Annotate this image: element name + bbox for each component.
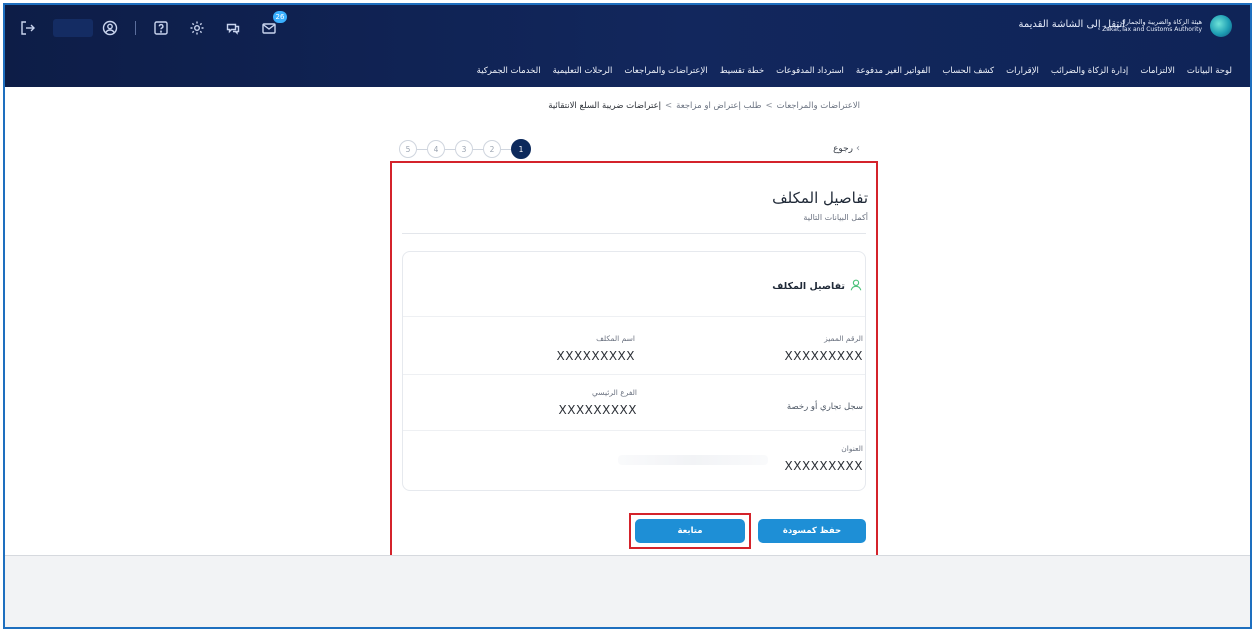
field-address: العنوان XXXXXXXXX bbox=[784, 444, 864, 473]
brand-text: هيئة الزكاة والضريبة والجمارك Zakat,Tax … bbox=[1102, 18, 1202, 33]
step-4: 4 bbox=[427, 140, 445, 158]
step-1: 1 bbox=[511, 139, 531, 159]
field-distinguished-number: الرقم المميز XXXXXXXXX bbox=[784, 334, 864, 363]
footer-area bbox=[5, 555, 1250, 627]
taxpayer-details-panel: تفاصيل المكلف أكمل البيانات التالية تفاص… bbox=[390, 161, 878, 558]
redacted-area bbox=[618, 455, 768, 465]
blank-chip bbox=[53, 19, 93, 37]
row-divider bbox=[403, 316, 865, 317]
page-subtitle: أكمل البيانات التالية bbox=[803, 213, 868, 222]
top-bar: 26 انتقل إلى الشاشة القديمة هيئة الزكاة … bbox=[5, 5, 1250, 50]
continue-button[interactable]: متابعة bbox=[635, 519, 745, 543]
nav-item-educational-trips[interactable]: الرحلات التعليمية bbox=[553, 66, 613, 76]
nav-item-obligations[interactable]: الالتزامات bbox=[1140, 66, 1175, 76]
authority-logo bbox=[1210, 15, 1232, 37]
nav-item-installment-plan[interactable]: خطة تقسيط bbox=[720, 66, 764, 76]
nav-item-zakat-tax-management[interactable]: إدارة الزكاة والضرائب bbox=[1051, 66, 1128, 76]
settings-icon[interactable] bbox=[186, 17, 208, 39]
help-icon[interactable] bbox=[150, 17, 172, 39]
back-label: رجوع bbox=[833, 143, 853, 154]
step-connector bbox=[501, 148, 511, 150]
taxpayer-details-card: تفاصيل المكلف الرقم المميز XXXXXXXXX اسم… bbox=[402, 251, 866, 491]
card-heading: تفاصيل المكلف bbox=[772, 278, 863, 295]
main-nav: لوحة البيانات الالتزامات إدارة الزكاة وا… bbox=[5, 60, 1250, 82]
back-link[interactable]: › رجوع bbox=[833, 143, 860, 154]
breadcrumb: الاعتراضات والمراجعات>طلب إعتراض او مزاج… bbox=[548, 101, 860, 111]
breadcrumb-item-objections[interactable]: الاعتراضات والمراجعات bbox=[777, 101, 860, 111]
nav-item-dashboard[interactable]: لوحة البيانات bbox=[1187, 66, 1232, 76]
header: 26 انتقل إلى الشاشة القديمة هيئة الزكاة … bbox=[5, 5, 1250, 87]
step-connector bbox=[445, 148, 455, 150]
logout-icon[interactable] bbox=[17, 17, 39, 39]
step-2: 2 bbox=[483, 140, 501, 158]
nav-item-unpaid-invoices[interactable]: الفواتير الغير مدفوعة bbox=[856, 66, 930, 76]
user-icon bbox=[849, 278, 863, 295]
field-taxpayer-name: اسم المكلف XXXXXXXXX bbox=[556, 334, 636, 363]
app-frame: 26 انتقل إلى الشاشة القديمة هيئة الزكاة … bbox=[3, 3, 1252, 629]
chat-icon[interactable] bbox=[222, 17, 244, 39]
icon-separator bbox=[135, 21, 136, 35]
field-main-branch: الفرع الرئيسي XXXXXXXXX bbox=[558, 388, 638, 417]
nav-item-account-statement[interactable]: كشف الحساب bbox=[942, 66, 994, 76]
brand[interactable]: هيئة الزكاة والضريبة والجمارك Zakat,Tax … bbox=[1102, 15, 1232, 37]
nav-item-objections[interactable]: الإعتراضات والمراجعات bbox=[624, 66, 707, 76]
field-commercial-register: سجل تجاري أو رخصة bbox=[786, 402, 863, 412]
row-divider bbox=[403, 374, 865, 375]
step-connector bbox=[417, 148, 427, 150]
nav-item-returns[interactable]: الإقرارات bbox=[1006, 66, 1039, 76]
step-5: 5 bbox=[399, 140, 417, 158]
nav-item-customs-services[interactable]: الخدمات الجمركية bbox=[477, 66, 541, 76]
page-title: تفاصيل المكلف bbox=[772, 189, 868, 207]
stepper: 1 2 3 4 5 bbox=[399, 139, 531, 159]
step-3: 3 bbox=[455, 140, 473, 158]
mail-badge: 26 bbox=[273, 11, 287, 23]
save-draft-button[interactable]: حفظ كمسودة bbox=[758, 519, 866, 543]
utility-icons: 26 bbox=[17, 11, 294, 39]
mail-icon[interactable]: 26 bbox=[258, 11, 287, 39]
breadcrumb-item-current: إعتراضات ضريبة السلع الانتقائية bbox=[548, 101, 662, 111]
divider bbox=[402, 233, 866, 234]
user-circle-icon[interactable] bbox=[99, 17, 121, 39]
chevron-right-icon: › bbox=[856, 143, 860, 154]
row-divider bbox=[403, 430, 865, 431]
breadcrumb-item-request[interactable]: طلب إعتراض او مزاجعة bbox=[676, 101, 761, 111]
step-connector bbox=[473, 148, 483, 150]
nav-item-refunds[interactable]: استرداد المدفوعات bbox=[776, 66, 844, 76]
